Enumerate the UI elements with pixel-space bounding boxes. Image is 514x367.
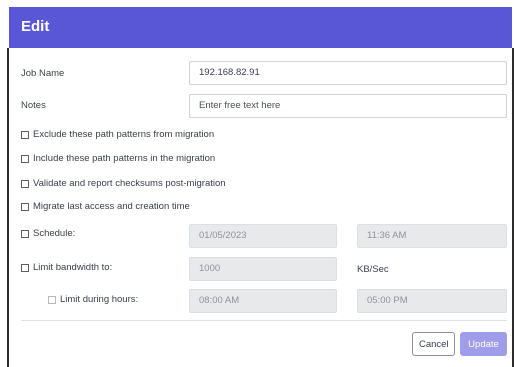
schedule-time-input[interactable]: 11:36 AM xyxy=(357,224,507,248)
limit-hours-checkbox[interactable] xyxy=(48,296,56,304)
exclude-patterns-checkbox[interactable] xyxy=(21,131,29,139)
hours-start-input[interactable]: 08:00 AM xyxy=(189,289,337,313)
migrate-times-checkbox[interactable] xyxy=(21,203,29,211)
limit-hours-label: Limit during hours: xyxy=(60,294,139,305)
top-strip xyxy=(0,0,514,7)
bandwidth-input[interactable]: 1000 xyxy=(189,257,337,281)
edit-dialog: Edit Job Name 192.168.82.91 Notes Enter … xyxy=(0,0,514,367)
validate-checksums-checkbox[interactable] xyxy=(21,180,29,188)
bandwidth-label: Limit bandwidth to: xyxy=(33,262,113,273)
dialog-title: Edit xyxy=(21,18,50,35)
footer-divider xyxy=(21,320,507,321)
cancel-button[interactable]: Cancel xyxy=(412,332,455,356)
validate-checksums-label: Validate and report checksums post-migra… xyxy=(33,178,226,189)
schedule-date-input[interactable]: 01/05/2023 xyxy=(189,224,337,248)
schedule-label: Schedule: xyxy=(33,228,76,239)
job-name-input[interactable]: 192.168.82.91 xyxy=(189,61,507,85)
bandwidth-checkbox[interactable] xyxy=(21,264,29,272)
include-patterns-label: Include these path patterns in the migra… xyxy=(33,153,216,164)
notes-input[interactable]: Enter free text here xyxy=(189,94,507,118)
migrate-times-label: Migrate last access and creation time xyxy=(33,201,190,212)
update-button[interactable]: Update xyxy=(460,332,507,356)
notes-label: Notes xyxy=(21,100,46,111)
schedule-checkbox[interactable] xyxy=(21,230,29,238)
dialog-header: Edit xyxy=(9,7,512,48)
hours-end-input[interactable]: 05:00 PM xyxy=(357,289,507,313)
exclude-patterns-label: Exclude these path patterns from migrati… xyxy=(33,129,215,140)
dialog-border-left xyxy=(7,48,9,367)
include-patterns-checkbox[interactable] xyxy=(21,155,29,163)
job-name-label: Job Name xyxy=(21,68,65,79)
bandwidth-unit: KB/Sec xyxy=(357,264,389,275)
